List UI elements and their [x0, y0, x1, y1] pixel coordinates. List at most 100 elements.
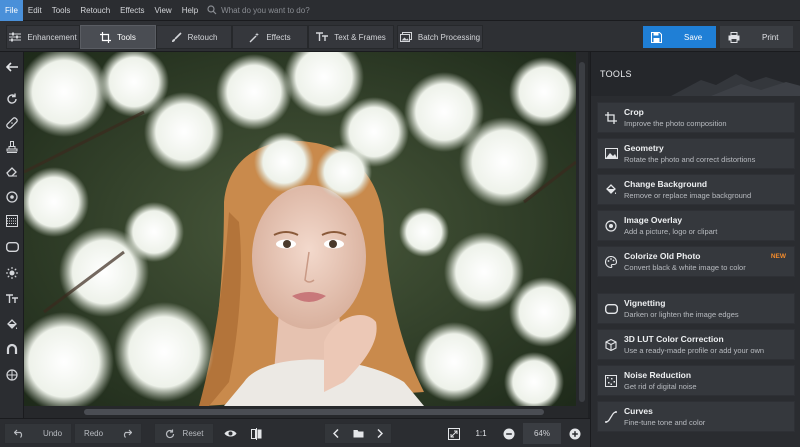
globe-tool[interactable] [0, 366, 24, 384]
rounded-rect-icon [5, 242, 19, 252]
healing-tool[interactable] [0, 114, 24, 132]
tab-tools[interactable]: Tools [80, 25, 156, 49]
print-button[interactable]: Print [720, 26, 793, 48]
sun-icon [6, 267, 18, 279]
card-title: Geometry [624, 143, 664, 153]
menu-tools[interactable]: Tools [47, 0, 76, 21]
minus-circle-icon [503, 428, 515, 439]
tool-card-noise-reduction[interactable]: Noise Reduction Get rid of digital noise [597, 365, 795, 396]
curves-icon [598, 401, 624, 432]
gradient-tool[interactable] [0, 212, 24, 230]
horizontal-scrollbar[interactable] [24, 406, 576, 418]
card-title: Change Background [624, 179, 708, 189]
tab-batch-processing-label: Batch Processing [417, 32, 481, 42]
tool-card-change-background[interactable]: Change Background Remove or replace image… [597, 174, 795, 205]
bandage-icon [6, 117, 18, 129]
tab-effects[interactable]: Effects [232, 25, 308, 49]
text-icon [316, 32, 329, 41]
save-button[interactable]: Save [643, 26, 716, 48]
redo-button[interactable]: Redo [74, 423, 142, 444]
tab-text-frames[interactable]: Text & Frames [308, 25, 394, 49]
radial-tool[interactable] [0, 188, 24, 206]
card-subtitle: Fine-tune tone and color [624, 418, 706, 427]
tab-enhancement-label: Enhancement [27, 32, 77, 42]
previous-photo-button[interactable] [325, 429, 347, 438]
card-title: Colorize Old Photo [624, 251, 701, 261]
actual-size-button[interactable]: 1:1 [470, 423, 492, 444]
liquify-tool[interactable] [0, 340, 24, 358]
tab-retouch-label: Retouch [187, 32, 218, 42]
preview-toggle[interactable] [220, 423, 240, 444]
menu-help[interactable]: Help [177, 0, 203, 21]
save-label: Save [684, 32, 703, 42]
card-subtitle: Remove or replace image background [624, 191, 752, 200]
brush-icon [171, 31, 182, 42]
noise-icon [598, 365, 624, 396]
reset-button[interactable]: Reset [154, 423, 214, 444]
text-tool[interactable] [0, 290, 24, 308]
tool-card-image-overlay[interactable]: Image Overlay Add a picture, logo or clip… [597, 210, 795, 241]
rotate-tool[interactable] [0, 90, 24, 108]
vertical-scroll-thumb[interactable] [579, 62, 585, 402]
tab-batch-processing[interactable]: Batch Processing [397, 25, 483, 49]
menu-search[interactable]: What do you want to do? [207, 5, 310, 15]
gradient-icon [6, 215, 18, 227]
next-photo-button[interactable] [369, 429, 391, 438]
fill-tool[interactable] [0, 316, 24, 334]
zoom-in-button[interactable] [566, 423, 584, 444]
crop-icon [598, 102, 624, 133]
tool-card-geometry[interactable]: Geometry Rotate the photo and correct dis… [597, 138, 795, 169]
eraser-tool[interactable] [0, 162, 24, 180]
overlay-icon [598, 210, 624, 241]
cube-icon [598, 329, 624, 360]
menu-edit[interactable]: Edit [23, 0, 47, 21]
paint-bucket-icon [598, 174, 624, 205]
zoom-value[interactable]: 64% [523, 423, 561, 444]
magnet-icon [6, 343, 18, 354]
menu-file[interactable]: File [0, 0, 23, 21]
left-tool-strip [0, 52, 24, 418]
tool-card-crop[interactable]: Crop Improve the photo composition [597, 102, 795, 133]
stamp-icon [6, 141, 18, 153]
tab-tools-label: Tools [117, 32, 136, 42]
vignette-tool[interactable] [0, 238, 24, 256]
fit-to-screen-button[interactable] [444, 423, 464, 444]
tool-card-curves[interactable]: Curves Fine-tune tone and color [597, 401, 795, 432]
card-subtitle: Get rid of digital noise [624, 382, 697, 391]
vertical-scrollbar[interactable] [576, 52, 588, 418]
tab-effects-label: Effects [266, 32, 291, 42]
text-tool-icon [6, 294, 18, 303]
photo-canvas[interactable] [24, 52, 576, 406]
eraser-icon [6, 167, 17, 177]
card-title: 3D LUT Color Correction [624, 334, 724, 344]
tab-enhancement[interactable]: Enhancement [6, 25, 80, 49]
reset-label: Reset [182, 429, 204, 438]
clone-stamp-tool[interactable] [0, 138, 24, 156]
card-title: Crop [624, 107, 644, 117]
redo-icon [123, 429, 133, 438]
compare-toggle[interactable] [246, 423, 266, 444]
panel-title: TOOLS [600, 69, 632, 79]
menu-effects[interactable]: Effects [115, 0, 149, 21]
zoom-out-button[interactable] [500, 423, 518, 444]
tab-retouch[interactable]: Retouch [156, 25, 232, 49]
paint-bucket-icon [7, 319, 18, 329]
light-tool[interactable] [0, 264, 24, 282]
chevron-right-icon [377, 429, 383, 438]
undo-label: Undo [42, 429, 63, 438]
undo-button[interactable]: Undo [4, 423, 72, 444]
tool-card-3d-lut[interactable]: 3D LUT Color Correction Use a ready-made … [597, 329, 795, 360]
tool-card-vignetting[interactable]: Vignetting Darken or lighten the image ed… [597, 293, 795, 324]
card-subtitle: Convert black & white image to color [624, 263, 746, 272]
card-subtitle: Darken or lighten the image edges [624, 310, 739, 319]
menu-retouch[interactable]: Retouch [75, 0, 115, 21]
plus-circle-icon [569, 428, 581, 439]
card-subtitle: Improve the photo composition [624, 119, 727, 128]
open-folder-button[interactable] [347, 429, 369, 438]
menu-view[interactable]: View [149, 0, 176, 21]
undo-icon [13, 429, 23, 438]
floppy-disk-icon [651, 31, 662, 43]
horizontal-scroll-thumb[interactable] [84, 409, 544, 415]
back-button[interactable] [0, 58, 24, 76]
tool-card-colorize-old-photo[interactable]: Colorize Old Photo Convert black & white … [597, 246, 795, 277]
